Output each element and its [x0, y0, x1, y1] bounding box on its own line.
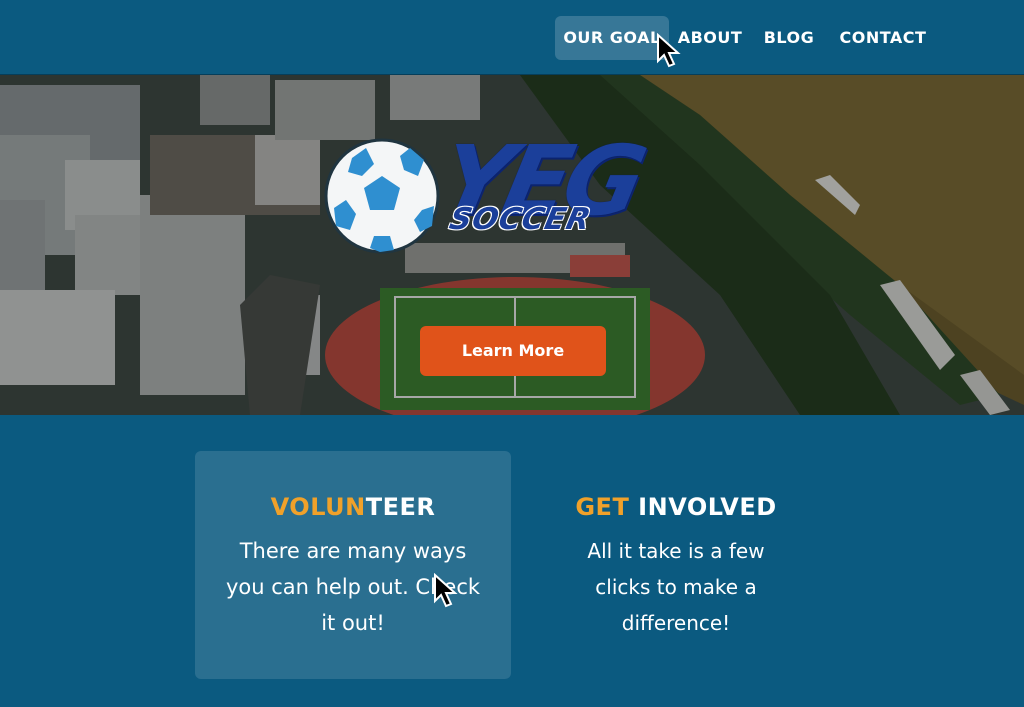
get-involved-title-rest: INVOLVED: [629, 493, 777, 521]
nav-item-our-goal[interactable]: OUR GOAL: [555, 16, 669, 60]
nav-item-contact[interactable]: CONTACT: [836, 16, 930, 60]
mouse-cursor-icon: [657, 33, 681, 68]
volunteer-title: VOLUNTEER: [195, 493, 511, 521]
logo-wordmark: SOCCER: [446, 202, 595, 237]
hero-banner: YEG SOCCER Learn More: [0, 75, 1024, 415]
volunteer-card[interactable]: VOLUNTEER There are many ways you can he…: [195, 451, 511, 679]
yeg-soccer-logo: YEG SOCCER: [322, 118, 652, 298]
get-involved-title-accent: GET: [575, 493, 630, 521]
nav-item-about[interactable]: ABOUT: [674, 16, 746, 60]
get-involved-title: GET INVOLVED: [518, 493, 834, 521]
learn-more-button[interactable]: Learn More: [420, 326, 606, 376]
top-navigation: OUR GOAL ABOUT BLOG CONTACT: [0, 0, 1024, 75]
volunteer-title-rest: TEER: [365, 493, 436, 521]
get-involved-description: All it take is a few clicks to make a di…: [587, 539, 765, 635]
mouse-cursor-icon: [434, 573, 458, 608]
nav-item-blog[interactable]: BLOG: [760, 16, 818, 60]
volunteer-title-accent: VOLUN: [270, 493, 366, 521]
get-involved-card[interactable]: GET INVOLVED All it take is a few clicks…: [518, 451, 834, 679]
